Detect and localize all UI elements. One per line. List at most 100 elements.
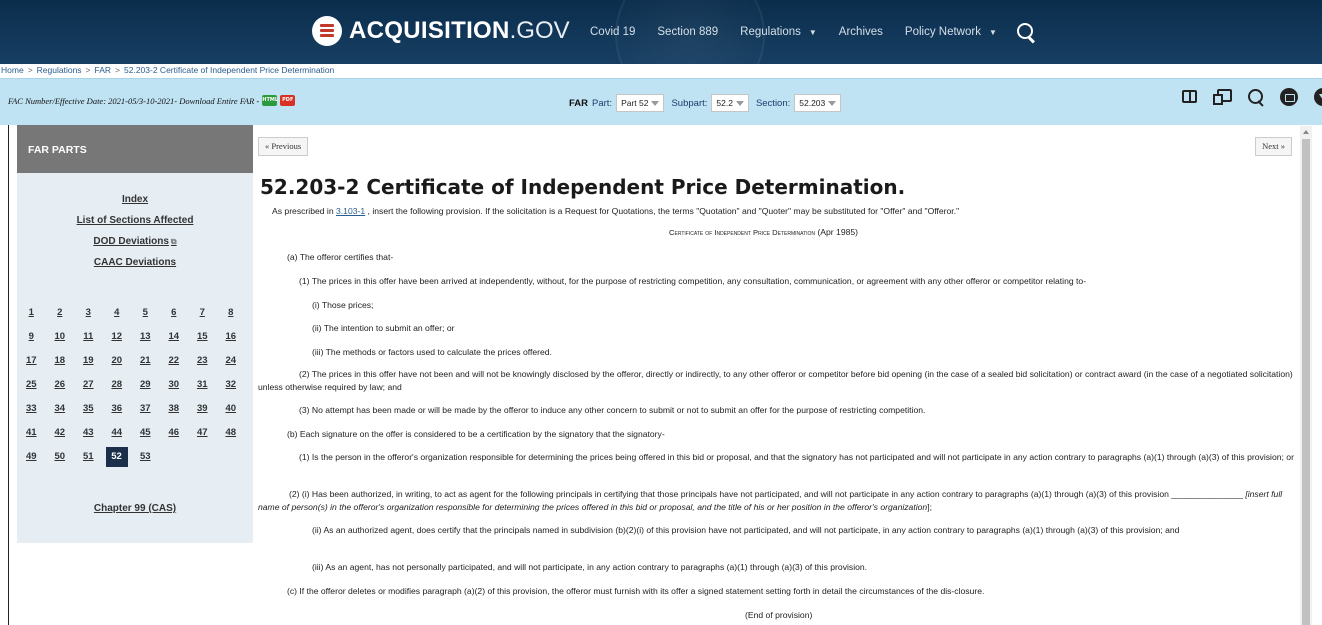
part-link-8[interactable]: 8 — [217, 301, 246, 325]
part-link-45[interactable]: 45 — [131, 421, 160, 445]
part-link-17[interactable]: 17 — [17, 349, 46, 373]
part-link-7[interactable]: 7 — [188, 301, 217, 325]
part-link-43[interactable]: 43 — [74, 421, 103, 445]
nav-item-archives[interactable]: Archives — [839, 26, 883, 38]
reference-link-3-103-1[interactable]: 3.103-1 — [336, 206, 365, 216]
part-link-33[interactable]: 33 — [17, 397, 46, 421]
part-link-4[interactable]: 4 — [103, 301, 132, 325]
subpart-select[interactable]: 52.2 — [711, 94, 749, 112]
part-link-32[interactable]: 32 — [217, 373, 246, 397]
part-link-35[interactable]: 35 — [74, 397, 103, 421]
breadcrumb-item[interactable]: Regulations — [37, 65, 82, 75]
part-link-9[interactable]: 9 — [17, 325, 46, 349]
chapter-99-link[interactable]: Chapter 99 (CAS) — [17, 503, 253, 514]
part-link-15[interactable]: 15 — [188, 325, 217, 349]
logo-suffix: .GOV — [509, 17, 570, 44]
part-link-21[interactable]: 21 — [131, 349, 160, 373]
download-icon[interactable] — [1312, 87, 1322, 107]
site-logo[interactable]: ACQUISITION .GOV — [312, 13, 570, 49]
part-link-16[interactable]: 16 — [217, 325, 246, 349]
print-icon[interactable] — [1279, 87, 1299, 107]
part-link-44[interactable]: 44 — [103, 421, 132, 445]
part-row: 49 50 51 52 53 — [17, 445, 253, 469]
chevron-down-icon: ▼ — [988, 28, 997, 37]
part-link-25[interactable]: 25 — [17, 373, 46, 397]
part-link-52[interactable]: 52 — [105, 447, 128, 467]
part-link-3[interactable]: 3 — [74, 301, 103, 325]
provision-heading: Certificate of Independent Price Determi… — [669, 226, 858, 240]
search-icon[interactable] — [1246, 87, 1266, 107]
part-link-2[interactable]: 2 — [46, 301, 75, 325]
part-link-46[interactable]: 46 — [160, 421, 189, 445]
prescription-text: As prescribed in — [272, 206, 337, 216]
paragraph-a1ii: (ii) The intention to submit an offer; o… — [312, 323, 455, 333]
paragraph-b1: (1) Is the person in the offeror's organ… — [299, 452, 1294, 462]
part-link-22[interactable]: 22 — [160, 349, 189, 373]
compare-icon[interactable] — [1213, 87, 1233, 107]
part-link-36[interactable]: 36 — [103, 397, 132, 421]
part-link-53[interactable]: 53 — [131, 445, 160, 469]
part-link-29[interactable]: 29 — [131, 373, 160, 397]
pdf-download-icon[interactable]: PDF — [280, 95, 296, 106]
index-link[interactable]: Index — [17, 189, 253, 210]
dod-deviations-link[interactable]: DOD Deviations ⧉ — [17, 231, 253, 252]
section-select[interactable]: 52.203 — [794, 94, 842, 112]
part-link-47[interactable]: 47 — [188, 421, 217, 445]
part-link-23[interactable]: 23 — [188, 349, 217, 373]
part-link-12[interactable]: 12 — [103, 325, 132, 349]
part-link-10[interactable]: 10 — [46, 325, 75, 349]
part-link-28[interactable]: 28 — [103, 373, 132, 397]
book-icon[interactable] — [1180, 87, 1200, 107]
caac-deviations-link[interactable]: CAAC Deviations — [17, 252, 253, 273]
breadcrumb-item[interactable]: Home — [1, 65, 24, 75]
scrollbar-thumb[interactable] — [1302, 139, 1310, 625]
nav-item-section-889[interactable]: Section 889 — [657, 26, 718, 38]
part-link-6[interactable]: 6 — [160, 301, 189, 325]
subpart-label: Subpart: — [671, 97, 708, 109]
part-link-41[interactable]: 41 — [17, 421, 46, 445]
part-link-37[interactable]: 37 — [131, 397, 160, 421]
part-link-49[interactable]: 49 — [17, 445, 46, 469]
paragraph-b2i: (2) (i) Has been authorized, in writing,… — [258, 488, 1298, 513]
part-link-31[interactable]: 31 — [188, 373, 217, 397]
part-link-13[interactable]: 13 — [131, 325, 160, 349]
part-link-19[interactable]: 19 — [74, 349, 103, 373]
part-link-51[interactable]: 51 — [74, 445, 103, 469]
paragraph-c: (c) If the offeror deletes or modifies p… — [287, 586, 985, 596]
scroll-up-arrow-icon[interactable] — [1303, 130, 1309, 134]
part-link-1[interactable]: 1 — [17, 301, 46, 325]
part-link-40[interactable]: 40 — [217, 397, 246, 421]
part-link-24[interactable]: 24 — [217, 349, 246, 373]
part-link-5[interactable]: 5 — [131, 301, 160, 325]
nav-item-policy-network[interactable]: Policy Network — [905, 26, 981, 38]
part-link-34[interactable]: 34 — [46, 397, 75, 421]
part-link-20[interactable]: 20 — [103, 349, 132, 373]
part-link-26[interactable]: 26 — [46, 373, 75, 397]
part-link-30[interactable]: 30 — [160, 373, 189, 397]
part-select[interactable]: Part 52 — [616, 94, 665, 112]
paragraph-b: (b) Each signature on the offer is consi… — [287, 429, 665, 439]
next-button[interactable]: Next » — [1255, 137, 1292, 156]
part-link-50[interactable]: 50 — [46, 445, 75, 469]
nav-item-regulations[interactable]: Regulations — [740, 26, 801, 38]
part-link-38[interactable]: 38 — [160, 397, 189, 421]
paragraph-b2i-text: (2) (i) Has been authorized, in writing,… — [289, 489, 1246, 499]
search-icon[interactable] — [1015, 21, 1037, 43]
content-scrollbar[interactable] — [1300, 126, 1312, 625]
breadcrumb-item[interactable]: 52.203-2 Certificate of Independent Pric… — [124, 65, 334, 75]
breadcrumb-item[interactable]: FAR — [95, 65, 112, 75]
html-download-icon[interactable]: HTML — [262, 95, 278, 106]
part-link-48[interactable]: 48 — [217, 421, 246, 445]
previous-button[interactable]: « Previous — [258, 137, 309, 156]
part-link-27[interactable]: 27 — [74, 373, 103, 397]
part-link-18[interactable]: 18 — [46, 349, 75, 373]
part-link-39[interactable]: 39 — [188, 397, 217, 421]
part-link-14[interactable]: 14 — [160, 325, 189, 349]
nav-item-covid-19[interactable]: Covid 19 — [590, 26, 635, 38]
part-link-42[interactable]: 42 — [46, 421, 75, 445]
breadcrumb-separator: > — [27, 65, 33, 75]
part-row: 12345678 — [17, 301, 253, 325]
part-link-11[interactable]: 11 — [74, 325, 103, 349]
list-of-sections-affected-link[interactable]: List of Sections Affected — [17, 210, 253, 231]
part-select-value: Part 52 — [621, 98, 649, 108]
